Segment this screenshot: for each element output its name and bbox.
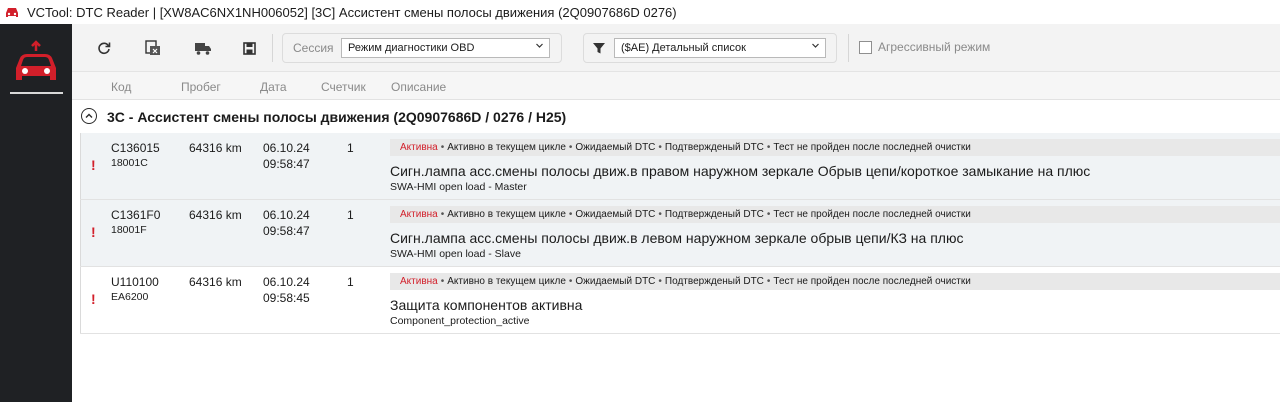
col-counter[interactable]: Счетчик — [321, 80, 366, 94]
dtc-sub-description: SWA-HMI open load - Master — [390, 181, 527, 193]
table-row[interactable]: ! C136015 18001C 64316 km 06.10.24 09:58… — [80, 133, 1280, 199]
dtc-counter: 1 — [347, 208, 354, 222]
dtc-mileage: 64316 km — [189, 208, 242, 222]
warning-icon: ! — [91, 224, 96, 240]
aggressive-mode-checkbox[interactable]: Агрессивный режим — [859, 40, 990, 54]
col-mileage[interactable]: Пробег — [181, 80, 221, 94]
warning-icon: ! — [91, 157, 96, 173]
status-flag: Подтвержденый DTC — [664, 276, 764, 287]
chevron-down-icon — [811, 41, 820, 53]
dtc-raw-code: 18001F — [111, 224, 147, 236]
title-bar: VCTool: DTC Reader | [XW8AC6NX1NH006052]… — [0, 0, 1280, 24]
dtc-mileage: 64316 km — [189, 141, 242, 155]
dtc-date: 06.10.24 — [263, 208, 310, 222]
chevron-down-icon — [535, 41, 544, 53]
status-flag: Ожидаемый DTC — [575, 142, 656, 153]
dtc-code: C1361F0 — [111, 208, 161, 222]
dtc-date: 06.10.24 — [263, 141, 310, 155]
checkbox-box[interactable] — [859, 40, 872, 54]
col-code[interactable]: Код — [111, 80, 131, 94]
column-header: Код Пробег Дата Счетчик Описание — [72, 72, 1280, 100]
sidebar-active-indicator — [10, 92, 63, 94]
status-flag: Ожидаемый DTC — [575, 276, 656, 287]
status-flag: Тест не пройден после последней очистки — [773, 209, 971, 220]
status-flag: Подтвержденый DTC — [664, 209, 764, 220]
session-group: Сессия Режим диагностики OBD — [282, 33, 562, 63]
session-label: Сессия — [293, 41, 334, 55]
status-badges: Активна • Активно в текущем цикле • Ожидаемы… — [390, 273, 1280, 290]
truck-icon[interactable] — [191, 36, 215, 60]
module-title: 3C - Ассистент смены полосы движения (2Q… — [107, 109, 567, 125]
filter-icon[interactable] — [592, 41, 608, 57]
session-select-value: Режим диагностики OBD — [348, 42, 475, 54]
car-diagnostic-icon[interactable] — [10, 38, 62, 90]
dtc-time: 09:58:47 — [263, 157, 310, 171]
toolbar: Сессия Режим диагностики OBD ($AE) Детал… — [72, 24, 1280, 72]
dtc-code: U110100 — [111, 275, 159, 289]
dtc-time: 09:58:47 — [263, 224, 310, 238]
session-select[interactable]: Режим диагностики OBD — [341, 38, 550, 58]
sidebar — [0, 24, 72, 402]
warning-icon: ! — [91, 291, 96, 307]
dtc-raw-code: EA6200 — [111, 291, 149, 303]
status-badges: Активна • Активно в текущем цикле • Ожидаемы… — [390, 206, 1280, 223]
dtc-filter-value: ($AE) Детальный список — [621, 42, 746, 54]
dtc-filter-select[interactable]: ($AE) Детальный список — [614, 38, 826, 58]
app-car-icon — [3, 3, 21, 21]
module-group-header: 3C - Ассистент смены полосы движения (2Q… — [72, 102, 1280, 132]
clear-dtc-icon[interactable] — [141, 36, 165, 60]
dtc-sub-description: SWA-HMI open load - Slave — [390, 248, 521, 260]
dtc-description: Защита компонентов активна — [390, 297, 583, 313]
status-flag: Активно в текущем цикле — [447, 276, 566, 287]
status-flag: Ожидаемый DTC — [575, 209, 656, 220]
window-title: VCTool: DTC Reader | [XW8AC6NX1NH006052]… — [27, 4, 677, 20]
dtc-sub-description: Component_protection_active — [390, 315, 530, 327]
status-active: Активна — [400, 209, 438, 220]
status-flag: Активно в текущем цикле — [447, 142, 566, 153]
col-date[interactable]: Дата — [260, 80, 287, 94]
refresh-icon[interactable] — [92, 36, 116, 60]
status-active: Активна — [400, 142, 438, 153]
status-badges: Активна • Активно в текущем цикле • Ожидаемы… — [390, 139, 1280, 156]
toolbar-divider — [272, 34, 273, 62]
dtc-counter: 1 — [347, 275, 354, 289]
status-flag: Тест не пройден после последней очистки — [773, 276, 971, 287]
dtc-counter: 1 — [347, 141, 354, 155]
status-flag: Подтвержденый DTC — [664, 142, 764, 153]
table-row[interactable]: ! C1361F0 18001F 64316 km 06.10.24 09:58… — [80, 200, 1280, 266]
status-flag: Активно в текущем цикле — [447, 209, 566, 220]
col-description[interactable]: Описание — [391, 80, 446, 94]
dtc-raw-code: 18001C — [111, 157, 148, 169]
aggressive-mode-label: Агрессивный режим — [878, 40, 991, 54]
dtc-date: 06.10.24 — [263, 275, 310, 289]
status-active: Активна — [400, 276, 438, 287]
save-icon[interactable] — [237, 36, 261, 60]
dtc-mileage: 64316 km — [189, 275, 242, 289]
status-flag: Тест не пройден после последней очистки — [773, 142, 971, 153]
dtc-time: 09:58:45 — [263, 291, 310, 305]
dtc-description: Сигн.лампа асс.смены полосы движ.в левом… — [390, 230, 964, 246]
toolbar-divider — [848, 34, 849, 62]
collapse-icon[interactable] — [81, 108, 97, 124]
row-divider — [80, 333, 1280, 334]
filter-group: ($AE) Детальный список — [583, 33, 837, 63]
dtc-description: Сигн.лампа асс.смены полосы движ.в право… — [390, 163, 1091, 179]
table-row[interactable]: ! U110100 EA6200 64316 km 06.10.24 09:58… — [80, 267, 1280, 333]
dtc-code: C136015 — [111, 141, 160, 155]
